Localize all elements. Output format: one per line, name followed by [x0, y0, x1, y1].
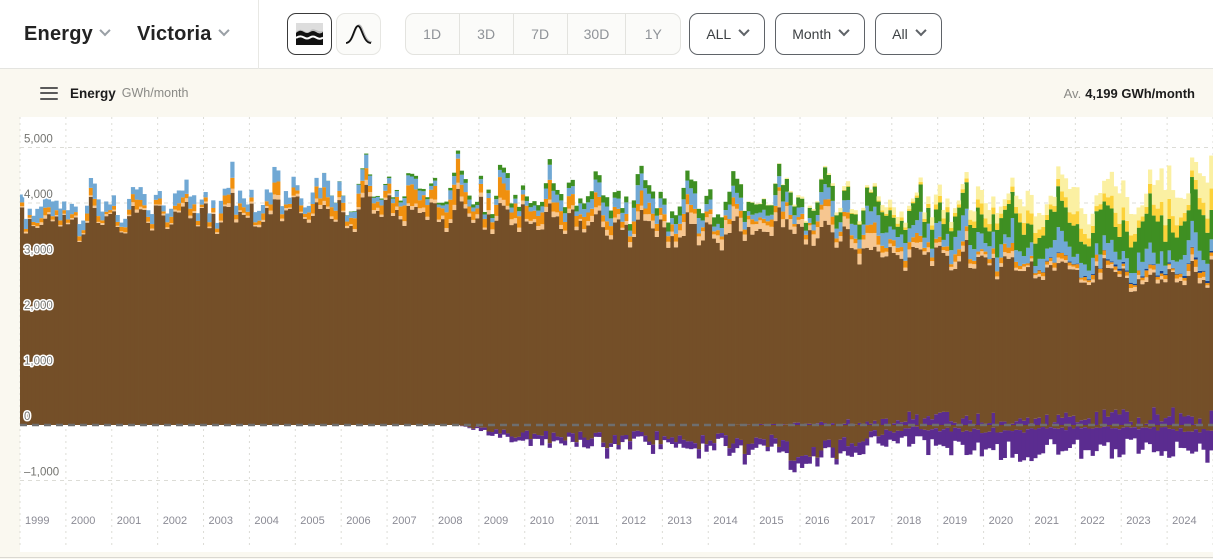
svg-text:3,000: 3,000 — [24, 245, 53, 257]
region-picker-label: Victoria — [137, 23, 212, 46]
svg-text:2002: 2002 — [163, 515, 187, 527]
average-label: Av. — [1064, 86, 1082, 101]
svg-text:1,000: 1,000 — [24, 356, 53, 368]
chevron-down-icon — [739, 25, 750, 36]
chevron-down-icon — [218, 25, 229, 36]
svg-text:5,000: 5,000 — [24, 134, 53, 146]
chevron-down-icon — [838, 25, 849, 36]
chevron-down-icon — [915, 25, 926, 36]
svg-text:2015: 2015 — [759, 515, 783, 527]
svg-text:2021: 2021 — [1035, 515, 1059, 527]
svg-text:2018: 2018 — [897, 515, 921, 527]
svg-text:0: 0 — [24, 411, 30, 423]
chart-title: Energy — [70, 86, 116, 101]
svg-text:2020: 2020 — [989, 515, 1013, 527]
svg-text:2000: 2000 — [71, 515, 95, 527]
svg-text:4,000: 4,000 — [24, 189, 53, 201]
stacked-area-toggle-button[interactable] — [287, 13, 332, 55]
energy-stacked-chart[interactable]: 5,000 4,000 3,000 2,000 1,000 0 –1,000 1999 2000… — [0, 117, 1213, 552]
chevron-down-icon — [99, 25, 110, 36]
chart-title-row: Energy GWh/month Av.4,199 GWh/month — [0, 69, 1213, 117]
svg-text:2010: 2010 — [530, 515, 554, 527]
stacked-area-icon — [296, 23, 323, 45]
svg-text:2019: 2019 — [943, 515, 967, 527]
distribution-curve-icon — [345, 23, 372, 45]
svg-text:2024: 2024 — [1172, 515, 1196, 527]
region-picker[interactable]: Victoria — [137, 23, 228, 46]
svg-text:2014: 2014 — [713, 515, 737, 527]
metric-picker-label: Energy — [24, 23, 93, 46]
interval-dropdown[interactable]: Month — [775, 13, 865, 55]
svg-text:–1,000: –1,000 — [24, 467, 59, 479]
svg-text:2016: 2016 — [805, 515, 829, 527]
svg-text:2007: 2007 — [392, 515, 416, 527]
svg-text:2023: 2023 — [1126, 515, 1150, 527]
average-value: 4,199 GWh/month — [1085, 86, 1195, 101]
range-all-dropdown[interactable]: ALL — [689, 13, 765, 55]
range-1d-button[interactable]: 1D — [406, 14, 460, 54]
svg-text:2005: 2005 — [300, 515, 324, 527]
range-1y-button[interactable]: 1Y — [626, 14, 680, 54]
header-divider — [258, 0, 259, 69]
svg-text:2,000: 2,000 — [24, 300, 53, 312]
plot-area-wrap: 5,000 4,000 3,000 2,000 1,000 0 –1,000 1999 2000… — [0, 117, 1213, 557]
svg-text:2006: 2006 — [346, 515, 370, 527]
chart-average: Av.4,199 GWh/month — [1064, 86, 1195, 101]
svg-text:2011: 2011 — [576, 515, 600, 527]
svg-text:2022: 2022 — [1080, 515, 1104, 527]
chart-panel: Energy GWh/month Av.4,199 GWh/month 5,00… — [0, 69, 1213, 559]
top-header: Energy Victoria 1D 3D 7D 30D 1Y — [0, 0, 1213, 69]
filter-label: All — [892, 26, 908, 42]
chart-menu-icon[interactable] — [40, 87, 58, 100]
range-selector: 1D 3D 7D 30D 1Y — [405, 13, 682, 55]
svg-text:2008: 2008 — [438, 515, 462, 527]
svg-text:2004: 2004 — [254, 515, 278, 527]
svg-text:2003: 2003 — [209, 515, 233, 527]
svg-text:2009: 2009 — [484, 515, 508, 527]
svg-text:2017: 2017 — [851, 515, 875, 527]
metric-picker[interactable]: Energy — [24, 23, 109, 46]
range-3d-button[interactable]: 3D — [460, 14, 514, 54]
svg-text:1999: 1999 — [25, 515, 49, 527]
range-30d-button[interactable]: 30D — [568, 14, 627, 54]
filter-dropdown[interactable]: All — [875, 13, 942, 55]
range-all-label: ALL — [706, 26, 731, 42]
svg-text:2012: 2012 — [622, 515, 646, 527]
svg-text:2013: 2013 — [667, 515, 691, 527]
chart-units: GWh/month — [122, 86, 189, 100]
distribution-toggle-button[interactable] — [336, 13, 381, 55]
range-7d-button[interactable]: 7D — [514, 14, 568, 54]
interval-label: Month — [792, 26, 831, 42]
chart-type-toggle — [287, 13, 381, 55]
svg-text:2001: 2001 — [117, 515, 141, 527]
